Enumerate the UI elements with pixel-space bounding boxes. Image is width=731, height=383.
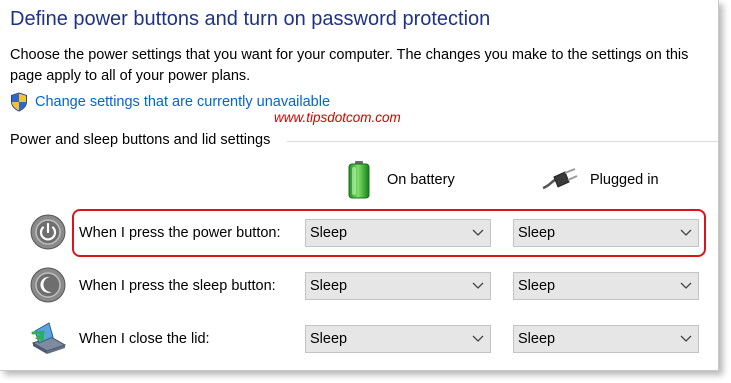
change-settings-row[interactable]: Change settings that are currently unava…	[10, 92, 330, 112]
close-lid-label: When I close the lid:	[79, 331, 210, 347]
on-battery-label: On battery	[387, 172, 455, 188]
uac-shield-icon	[11, 92, 27, 112]
page-title: Define power buttons and turn on passwor…	[10, 8, 491, 30]
section-divider	[287, 141, 718, 142]
plugged-in-header: Plugged in	[541, 160, 659, 200]
chevron-down-icon	[472, 335, 484, 342]
plugged-in-label: Plugged in	[590, 172, 659, 188]
close-lid-on-battery-select[interactable]: Sleep	[305, 325, 491, 353]
dropdown-value: Sleep	[518, 331, 556, 347]
sleep-button-icon	[30, 267, 66, 303]
chevron-down-icon	[680, 335, 692, 342]
dropdown-value: Sleep	[310, 331, 348, 347]
chevron-down-icon	[680, 282, 692, 289]
on-battery-header: On battery	[347, 160, 455, 200]
power-plug-icon	[542, 168, 578, 190]
dropdown-value: Sleep	[310, 278, 348, 294]
control-panel-window: Define power buttons and turn on passwor…	[0, 0, 719, 371]
dropdown-value: Sleep	[518, 278, 556, 294]
highlight-annotation	[72, 209, 706, 257]
section-title: Power and sleep buttons and lid settings	[10, 132, 271, 148]
watermark-text: www.tipsdotcom.com	[274, 110, 401, 125]
sleep-button-plugged-in-select[interactable]: Sleep	[513, 272, 699, 300]
laptop-lid-icon	[31, 322, 67, 354]
chevron-down-icon	[472, 282, 484, 289]
close-lid-plugged-in-select[interactable]: Sleep	[513, 325, 699, 353]
sleep-button-label: When I press the sleep button:	[79, 278, 276, 294]
sleep-button-on-battery-select[interactable]: Sleep	[305, 272, 491, 300]
change-settings-link[interactable]: Change settings that are currently unava…	[35, 94, 330, 110]
power-button-icon	[30, 214, 66, 250]
battery-icon	[348, 161, 370, 199]
page-description: Choose the power settings that you want …	[10, 47, 689, 84]
